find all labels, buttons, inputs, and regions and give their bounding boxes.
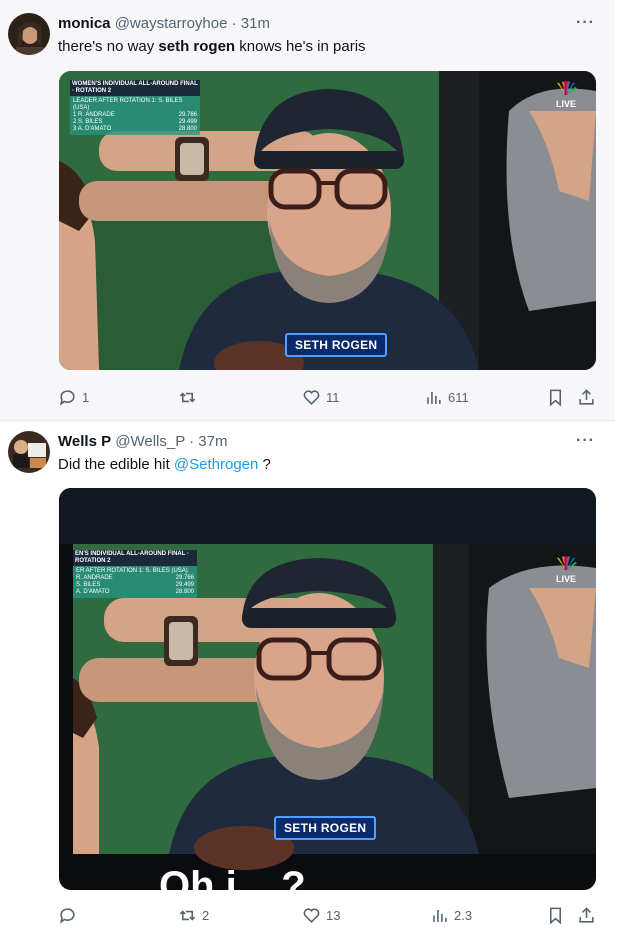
reply-button[interactable]: [58, 903, 82, 927]
retweet-icon: [179, 909, 196, 921]
nbc-live-logo: LIVE: [553, 556, 579, 584]
views-chart-icon: [427, 391, 441, 404]
nbc-live-logo: LIVE: [553, 81, 579, 109]
share-button[interactable]: [577, 385, 596, 409]
like-button[interactable]: 11: [302, 385, 340, 409]
name-caption: SETH ROGEN: [274, 816, 377, 840]
score-row: S. BILES 29.499: [76, 582, 194, 588]
timestamp[interactable]: · 37m: [185, 433, 227, 450]
score-row: A. D'AMATO 28.800: [76, 589, 194, 595]
like-button[interactable]: 13: [302, 903, 340, 927]
page-margin: [615, 0, 634, 935]
bookmark-icon: [549, 907, 562, 924]
share-icon: [579, 388, 594, 405]
score-row: 1 R. ANDRADE 29.766: [73, 112, 197, 118]
display-name[interactable]: Wells P: [58, 433, 111, 450]
share-icon: [579, 906, 594, 923]
action-bar: 1 11 611: [58, 385, 598, 409]
tweet-text: Did the edible hit @Sethrogen ?: [58, 456, 271, 473]
reply-icon: [59, 389, 75, 406]
more-options-icon[interactable]: ···: [576, 14, 595, 32]
display-name[interactable]: monica: [58, 15, 111, 32]
tweet-header: monica @waystarroyhoe · 31m: [58, 15, 270, 32]
tweet-media-image[interactable]: WOMEN'S INDIVIDUAL ALL-AROUND FINAL · RO…: [59, 71, 596, 370]
tweet-media-image[interactable]: EN'S INDIVIDUAL ALL-AROUND FINAL · ROTAT…: [59, 488, 596, 890]
bookmark-button[interactable]: [546, 385, 565, 409]
handle[interactable]: @Wells_P: [115, 433, 185, 450]
name-caption: SETH ROGEN: [285, 333, 388, 357]
views-button[interactable]: 611: [424, 385, 469, 409]
score-row: R. ANDRADE 29.766: [76, 575, 194, 581]
views-chart-icon: [433, 909, 447, 922]
peacock-icon: [557, 556, 577, 570]
heart-icon: [303, 907, 320, 923]
tweet-header: Wells P @Wells_P · 37m: [58, 433, 227, 450]
bookmark-button[interactable]: [546, 903, 565, 927]
score-row: 3 A. D'AMATO 28.800: [73, 126, 197, 132]
retweet-icon: [179, 391, 196, 403]
tweet-card[interactable]: Wells P @Wells_P · 37m ··· Did the edibl…: [0, 421, 615, 935]
bookmark-icon: [549, 389, 562, 406]
action-bar: 2 13 2.3: [58, 903, 598, 927]
scoreboard-overlay: EN'S INDIVIDUAL ALL-AROUND FINAL · ROTAT…: [73, 550, 197, 598]
timestamp[interactable]: · 31m: [227, 15, 270, 32]
tweet-card[interactable]: monica @waystarroyhoe · 31m ··· there's …: [0, 0, 615, 421]
share-button[interactable]: [577, 903, 596, 927]
retweet-button[interactable]: 2: [178, 903, 209, 927]
avatar[interactable]: [8, 13, 50, 55]
views-button[interactable]: 2.3: [430, 903, 472, 927]
avatar[interactable]: [8, 431, 50, 473]
meme-bottom-text: Oh i... ?: [159, 864, 306, 890]
mention-link[interactable]: @Sethrogen: [174, 456, 258, 473]
reply-button[interactable]: 1: [58, 385, 89, 409]
retweet-button[interactable]: [178, 385, 202, 409]
peacock-icon: [557, 81, 577, 95]
more-options-icon[interactable]: ···: [576, 432, 595, 450]
scoreboard-overlay: WOMEN'S INDIVIDUAL ALL-AROUND FINAL · RO…: [70, 80, 200, 135]
heart-icon: [303, 389, 320, 405]
reply-icon: [59, 907, 75, 924]
handle[interactable]: @waystarroyhoe: [115, 15, 228, 32]
tweet-text: there's no way seth rogen knows he's in …: [58, 38, 366, 55]
score-row: 2 S. BILES 29.499: [73, 119, 197, 125]
